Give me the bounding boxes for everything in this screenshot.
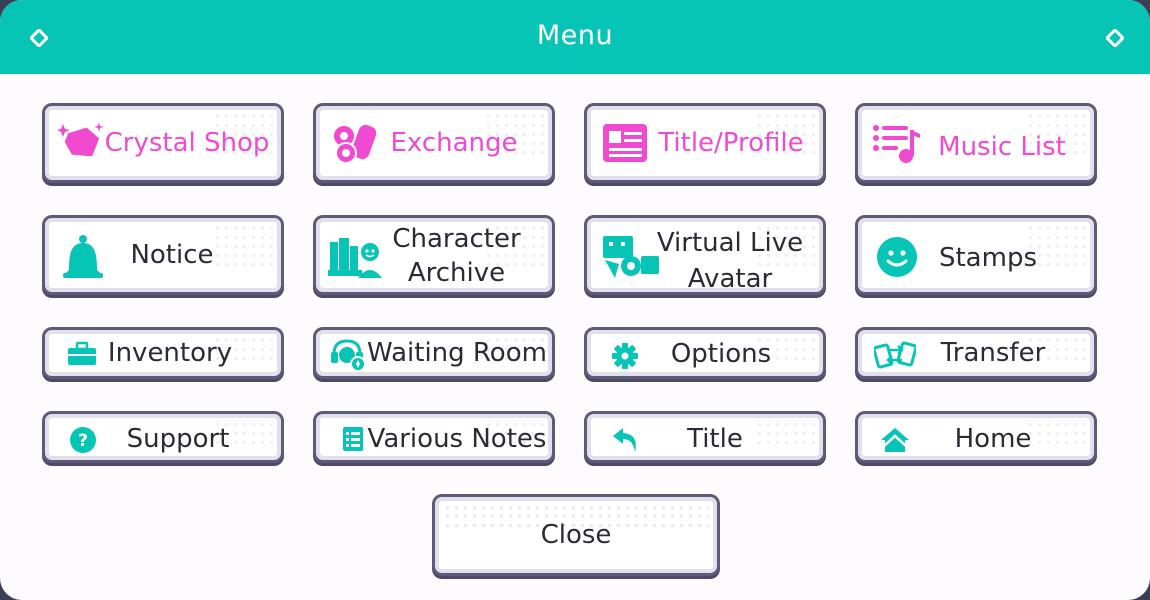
options-button[interactable]: Options <box>584 327 826 379</box>
various-notes-button[interactable]: Various Notes <box>313 411 555 463</box>
notice-label: Notice <box>130 240 214 270</box>
virtual-live-avatar-label-line1: Virtual Live <box>656 228 804 258</box>
various-notes-label: Various Notes <box>367 424 547 454</box>
virtual-live-avatar-label-line2: Avatar <box>687 264 773 294</box>
options-label: Options <box>670 339 772 369</box>
home-button[interactable]: Home <box>855 411 1097 463</box>
close-button[interactable]: Close <box>432 494 720 576</box>
close-label: Close <box>540 520 612 550</box>
stamps-label: Stamps <box>938 243 1037 273</box>
character-archive-label-line2: Archive <box>407 258 506 288</box>
crystal-shop-label: Crystal Shop <box>104 128 270 158</box>
title-profile-label: Title/Profile <box>658 128 804 158</box>
crystal-shop-button[interactable]: Crystal Shop <box>42 103 284 183</box>
menu-dialog: Menu Crystal Shop Exchange Title/Profile… <box>0 0 1150 600</box>
waiting-room-button[interactable]: Waiting Room <box>313 327 555 379</box>
exchange-label: Exchange <box>390 128 518 158</box>
exchange-button[interactable]: Exchange <box>313 103 555 183</box>
inventory-label: Inventory <box>107 338 233 368</box>
support-button[interactable]: ? Support <box>42 411 284 463</box>
support-label: Support <box>126 424 230 454</box>
music-list-label: Music List <box>938 132 1066 162</box>
diamond-ornament-icon <box>1106 29 1124 47</box>
character-archive-button[interactable]: Character Archive <box>313 215 555 295</box>
inventory-button[interactable]: Inventory <box>42 327 284 379</box>
virtual-live-avatar-button[interactable]: Virtual Live Avatar <box>584 215 826 295</box>
menu-title: Menu <box>536 19 614 51</box>
home-label: Home <box>954 424 1032 454</box>
title-button[interactable]: Title <box>584 411 826 463</box>
diamond-ornament-icon <box>30 29 48 47</box>
character-archive-label-line1: Character <box>392 224 521 254</box>
waiting-room-label: Waiting Room <box>367 338 547 368</box>
music-list-button[interactable]: Music List <box>855 103 1097 183</box>
menu-header: Menu <box>0 0 1150 74</box>
transfer-label: Transfer <box>940 338 1046 368</box>
notice-button[interactable]: Notice <box>42 215 284 295</box>
stamps-button[interactable]: Stamps <box>855 215 1097 295</box>
title-label: Title <box>687 424 743 454</box>
transfer-button[interactable]: Transfer <box>855 327 1097 379</box>
title-profile-button[interactable]: Title/Profile <box>584 103 826 183</box>
